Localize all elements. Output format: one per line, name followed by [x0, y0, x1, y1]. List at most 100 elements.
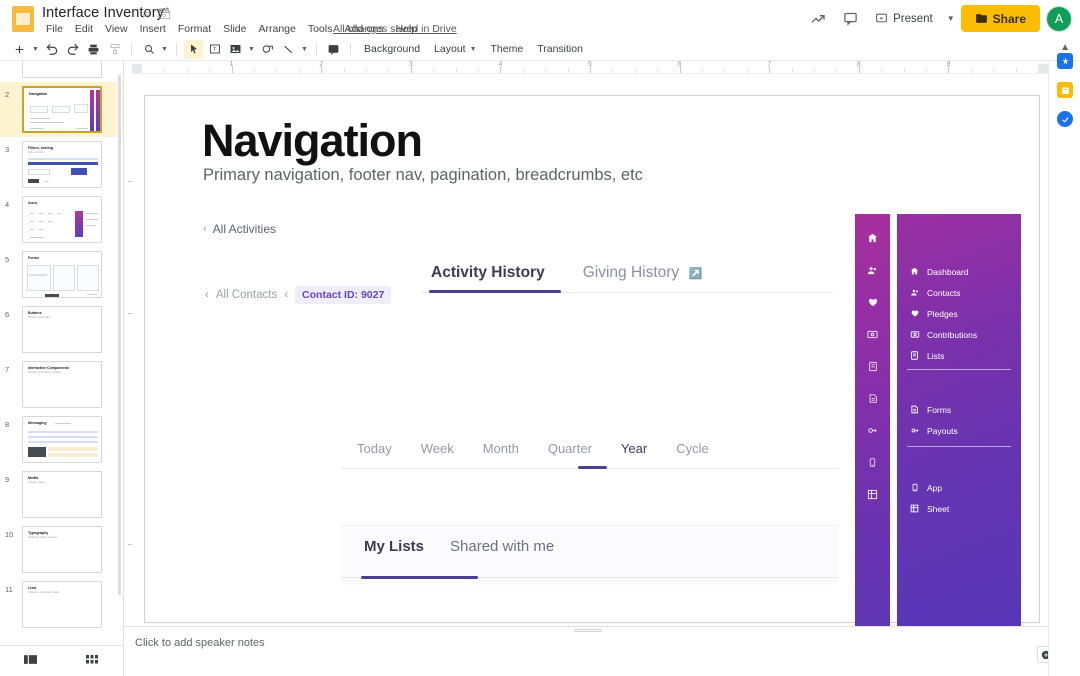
theme-button[interactable]: Theme	[485, 40, 530, 59]
menu-item-edit[interactable]: Edit	[69, 21, 99, 37]
zoom-button[interactable]	[139, 40, 158, 59]
nav-item-lists[interactable]: Lists	[909, 350, 944, 361]
present-button[interactable]: Present	[869, 6, 939, 32]
rail-app-icon[interactable]	[855, 454, 890, 470]
nav-divider-1	[907, 369, 1011, 370]
transition-button[interactable]: Transition	[531, 40, 589, 59]
tab-cycle[interactable]: Cycle	[676, 441, 709, 468]
slide-thumbnail-5[interactable]: 5 Forms	[0, 247, 123, 302]
thumb-shape	[27, 265, 51, 291]
slide-canvas[interactable]: Navigation Primary navigation, footer na…	[124, 74, 1080, 626]
rail-sheet-icon[interactable]	[855, 486, 890, 502]
redo-button[interactable]	[63, 40, 82, 59]
thumbnail-panel-scrollbar[interactable]	[117, 63, 122, 623]
rail-contributions-icon[interactable]	[855, 326, 890, 342]
tab-year[interactable]: Year	[621, 441, 647, 468]
nav-item-pledges[interactable]: Pledges	[909, 308, 958, 319]
menu-item-insert[interactable]: Insert	[134, 21, 172, 37]
tab-giving-history[interactable]: Giving History ↗️	[583, 264, 702, 292]
speaker-notes-pane[interactable]: Click to add speaker notes ›	[124, 626, 1080, 676]
nav-item-app[interactable]: App	[909, 482, 942, 493]
slide-thumbnail-9[interactable]: 9 Media Images, video	[0, 467, 123, 522]
tab-giving-history-label: Giving History	[583, 264, 679, 281]
slide-thumbnail-3[interactable]: 3 Filters, sorting Filter controls	[0, 137, 123, 192]
rail-lists-icon[interactable]	[855, 358, 890, 374]
filmstrip-view-icon[interactable]	[24, 654, 37, 665]
new-slide-button[interactable]	[10, 40, 29, 59]
save-status-label[interactable]: All changes saved in Drive	[333, 23, 457, 35]
image-caret-icon[interactable]: ▼	[247, 40, 256, 59]
tab-month[interactable]: Month	[483, 441, 519, 468]
slide-thumbnail-2[interactable]: 2 Navigation	[0, 82, 123, 137]
collapse-toolbar-icon[interactable]: ▲	[1060, 42, 1070, 53]
menu-item-view[interactable]: View	[99, 21, 134, 37]
slide-thumbnail-11[interactable]: 11 Lists Ordered, unordered, tables	[0, 577, 123, 632]
rail-contacts-icon[interactable]	[855, 262, 890, 278]
nav-item-contributions[interactable]: Contributions	[909, 329, 977, 340]
print-button[interactable]	[84, 40, 103, 59]
keep-icon[interactable]	[1057, 53, 1073, 69]
undo-button[interactable]	[42, 40, 61, 59]
zoom-caret-icon[interactable]: ▼	[160, 40, 169, 59]
nav-item-contacts[interactable]: Contacts	[909, 287, 961, 298]
nav-item-lists-label: Lists	[927, 351, 944, 361]
slide-subtitle[interactable]: Primary navigation, footer nav, paginati…	[203, 166, 643, 185]
slide-thumbnail-8[interactable]: 8 Messaging	[0, 412, 123, 467]
breadcrumb-contact[interactable]: ‹ All Contacts ‹ Contact ID: 9027	[205, 286, 391, 304]
menu-item-file[interactable]: File	[40, 21, 69, 37]
user-avatar[interactable]: A	[1046, 6, 1072, 32]
nav-item-dashboard[interactable]: Dashboard	[909, 266, 969, 277]
comment-icon[interactable]	[837, 6, 863, 32]
notes-resize-handle[interactable]	[574, 628, 602, 631]
slide-thumbnail-7[interactable]: 7 Interactive Components Tooltips, accor…	[0, 357, 123, 412]
background-button[interactable]: Background	[358, 40, 426, 59]
tab-shared-with-me[interactable]: Shared with me	[450, 538, 554, 566]
paint-format-button[interactable]	[105, 40, 124, 59]
speaker-notes-placeholder[interactable]: Click to add speaker notes	[135, 637, 265, 649]
layout-label: Layout	[434, 43, 466, 55]
present-dropdown-caret-icon[interactable]: ▼	[947, 14, 955, 23]
tab-today[interactable]: Today	[357, 441, 392, 468]
breadcrumb-all-contacts-label[interactable]: All Contacts	[216, 289, 277, 301]
current-slide[interactable]: Navigation Primary navigation, footer na…	[144, 95, 1040, 623]
line-button[interactable]	[279, 40, 298, 59]
layout-button[interactable]: Layout ▼	[428, 40, 482, 59]
slide-title[interactable]: Navigation	[202, 115, 422, 167]
activity-dashboard-icon[interactable]	[805, 6, 831, 32]
insert-image-button[interactable]	[226, 40, 245, 59]
slide-thumbnail-1[interactable]: 1	[0, 61, 123, 82]
slide-thumbnail-10[interactable]: 10 Typography Headings, body, captions	[0, 522, 123, 577]
new-slide-caret-icon[interactable]: ▼	[31, 40, 40, 59]
line-caret-icon[interactable]: ▼	[300, 40, 309, 59]
nav-item-payouts[interactable]: Payouts	[909, 425, 958, 436]
slide-thumbnail-panel[interactable]: 1 2 Navigation 3 Filters, sorti	[0, 61, 124, 645]
move-to-folder-icon[interactable]: 🗃	[157, 7, 171, 20]
rail-forms-icon[interactable]	[855, 390, 890, 406]
tab-my-lists[interactable]: My Lists	[364, 538, 424, 566]
tasks-icon[interactable]	[1057, 111, 1073, 127]
rail-dashboard-icon[interactable]	[855, 230, 890, 246]
slide-thumbnail-4[interactable]: 4 Icons	[0, 192, 123, 247]
breadcrumb-all-activities[interactable]: ‹ All Activities	[203, 222, 276, 236]
tab-activity-history[interactable]: Activity History	[431, 264, 545, 292]
star-icon[interactable]: ☆	[140, 7, 151, 21]
calendar-icon[interactable]	[1057, 82, 1073, 98]
tab-quarter[interactable]: Quarter	[548, 441, 592, 468]
nav-item-sheet[interactable]: Sheet	[909, 503, 949, 514]
shape-button[interactable]	[258, 40, 277, 59]
breadcrumb-contact-id-badge[interactable]: Contact ID: 9027	[295, 286, 391, 304]
grid-view-icon[interactable]	[86, 654, 98, 665]
menu-item-slide[interactable]: Slide	[217, 21, 252, 37]
menu-item-arrange[interactable]: Arrange	[252, 21, 301, 37]
share-button[interactable]: Share	[961, 5, 1040, 32]
slide-thumbnail-6[interactable]: 6 Buttons Primary, secondary	[0, 302, 123, 357]
nav-item-forms[interactable]: Forms	[909, 404, 951, 415]
slides-logo-icon	[12, 6, 34, 32]
menu-item-format[interactable]: Format	[172, 21, 217, 37]
rail-pledges-icon[interactable]	[855, 294, 890, 310]
rail-payouts-icon[interactable]	[855, 422, 890, 438]
textbox-button[interactable]: T	[205, 40, 224, 59]
insert-comment-button[interactable]	[324, 40, 343, 59]
select-tool-button[interactable]	[184, 40, 203, 59]
tab-week[interactable]: Week	[421, 441, 454, 468]
